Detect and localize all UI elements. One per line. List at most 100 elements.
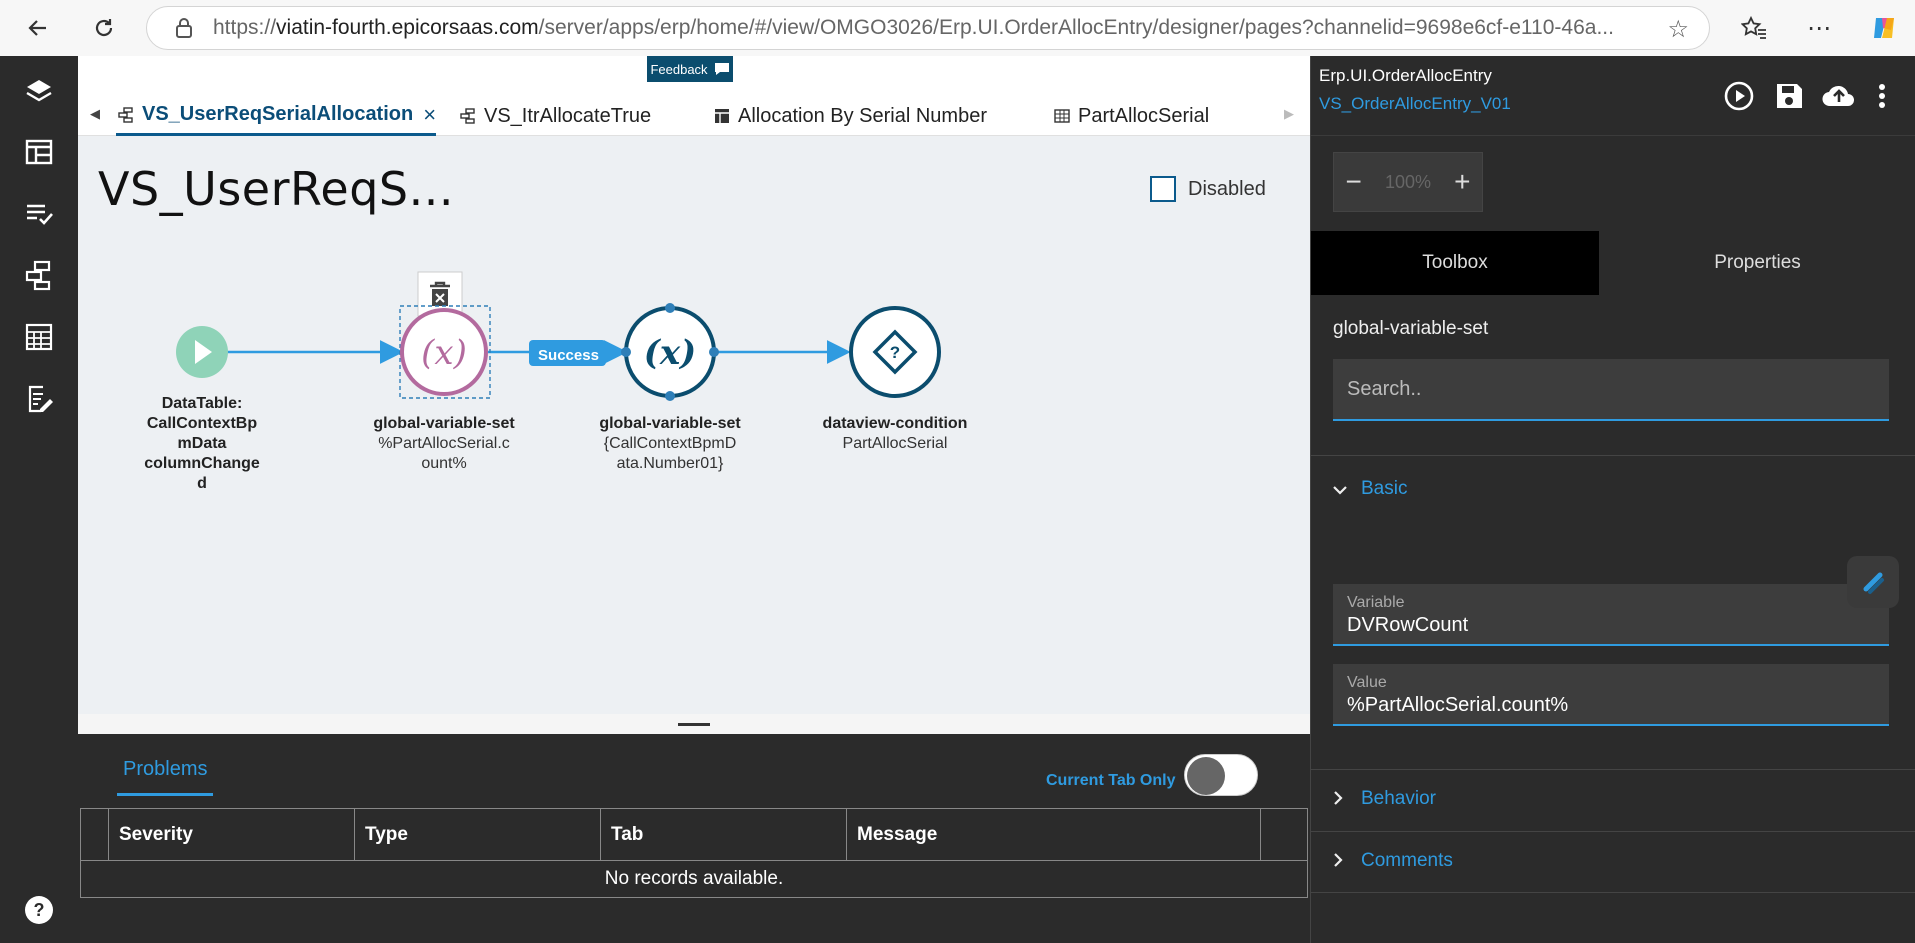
tab-scroll-right-icon[interactable]: ▶ bbox=[1284, 106, 1294, 122]
save-icon[interactable] bbox=[1769, 76, 1809, 116]
comments-section: Comments bbox=[1311, 831, 1915, 893]
panel-tabs: Toolbox Properties bbox=[1311, 231, 1915, 295]
column-tab[interactable]: Tab bbox=[601, 809, 847, 861]
edit-document-icon[interactable] bbox=[21, 381, 57, 417]
more-menu-icon[interactable]: ⋯ bbox=[1801, 10, 1837, 46]
event-icon bbox=[116, 105, 136, 125]
zoom-level: 100% bbox=[1384, 171, 1432, 192]
back-arrow-icon[interactable] bbox=[20, 10, 56, 46]
chat-icon bbox=[714, 63, 729, 75]
column-message[interactable]: Message bbox=[847, 809, 1261, 861]
flow-canvas[interactable]: VS_UserReqS... Disabled (x) (x) ? Succes… bbox=[78, 136, 1310, 714]
global-variable-set-node[interactable]: (x) bbox=[621, 303, 719, 401]
basic-section: Basic Variable DVRowCount Value %PartAll… bbox=[1311, 455, 1915, 769]
tab-label: PartAllocSerial bbox=[1078, 104, 1210, 127]
node-type: global-variable-set bbox=[599, 415, 741, 432]
url-text[interactable]: https://viatin-fourth.epicorsaas.com/ser… bbox=[213, 16, 1633, 40]
address-bar[interactable]: https://viatin-fourth.epicorsaas.com/ser… bbox=[146, 6, 1710, 50]
node-line: d bbox=[197, 475, 207, 492]
tab-label: VS_UserReqSerialAllocation bbox=[142, 103, 414, 125]
data-grid-icon[interactable] bbox=[21, 319, 57, 355]
tab-label: VS_ItrAllocateTrue bbox=[484, 104, 652, 127]
current-tab-only-toggle[interactable] bbox=[1184, 754, 1258, 796]
workflow-icon[interactable] bbox=[21, 257, 57, 293]
node-type: global-variable-set bbox=[373, 415, 515, 432]
tab-close-icon[interactable]: × bbox=[423, 102, 436, 128]
copilot-icon[interactable] bbox=[1866, 10, 1902, 46]
problems-table: Severity Type Tab Message No records ava… bbox=[80, 808, 1308, 898]
variable-field[interactable]: Variable DVRowCount bbox=[1333, 584, 1889, 646]
feedback-button[interactable]: Feedback bbox=[647, 56, 733, 82]
refresh-icon[interactable] bbox=[86, 10, 122, 46]
splitter-grip-icon[interactable] bbox=[678, 723, 710, 726]
start-node-label: DataTable: CallContextBp mData columnCha… bbox=[122, 394, 282, 494]
tab-vs-userreqserialallocation[interactable]: VS_UserReqSerialAllocation × bbox=[116, 96, 437, 136]
variable-value[interactable]: DVRowCount bbox=[1347, 614, 1875, 637]
layers-icon[interactable] bbox=[21, 74, 57, 110]
behavior-section-label: Behavior bbox=[1361, 788, 1436, 809]
node-line: CallContextBp bbox=[146, 415, 258, 432]
tab-partallocserial[interactable]: PartAllocSerial bbox=[1052, 96, 1209, 136]
node-type: dataview-condition bbox=[822, 415, 968, 432]
search-input[interactable]: Search.. bbox=[1333, 359, 1889, 421]
tab-allocation-by-serial-number[interactable]: Allocation By Serial Number bbox=[712, 96, 987, 136]
value-label: Value bbox=[1347, 674, 1387, 691]
comments-section-header[interactable]: Comments bbox=[1333, 850, 1453, 872]
problems-panel: Problems Current Tab Only Severity Type … bbox=[78, 734, 1310, 943]
chevron-down-icon bbox=[1333, 479, 1347, 500]
comments-section-label: Comments bbox=[1361, 850, 1453, 871]
svg-text:(x): (x) bbox=[644, 333, 696, 373]
browser-toolbar: https://viatin-fourth.epicorsaas.com/ser… bbox=[0, 0, 1915, 56]
node-line: ount% bbox=[421, 455, 467, 472]
layout-icon[interactable] bbox=[21, 134, 57, 170]
tab-scroll-left-icon[interactable]: ◀ bbox=[90, 106, 100, 122]
start-node[interactable] bbox=[176, 326, 228, 378]
favorites-icon[interactable] bbox=[1736, 10, 1772, 46]
tab-problems[interactable]: Problems bbox=[117, 758, 214, 796]
app-name: Erp.UI.OrderAllocEntry bbox=[1319, 66, 1492, 85]
current-tab-only-label: Current Tab Only bbox=[1046, 772, 1176, 789]
tab-vs-itrallocatetrue[interactable]: VS_ItrAllocateTrue bbox=[458, 96, 651, 136]
right-panel: Erp.UI.OrderAllocEntry VS_OrderAllocEntr… bbox=[1310, 56, 1915, 943]
node-line: PartAllocSerial bbox=[842, 435, 948, 452]
assistant-floating-icon[interactable] bbox=[1847, 556, 1899, 608]
zoom-out-icon[interactable]: − bbox=[1334, 166, 1373, 198]
basic-section-header[interactable]: Basic bbox=[1333, 478, 1407, 500]
node-line: columnChange bbox=[144, 455, 260, 472]
tab-toolbox[interactable]: Toolbox bbox=[1311, 231, 1599, 295]
component-name: global-variable-set bbox=[1333, 318, 1489, 339]
problems-table-header: Severity Type Tab Message bbox=[81, 809, 1307, 861]
column-type[interactable]: Type bbox=[355, 809, 601, 861]
behavior-section: Behavior bbox=[1311, 769, 1915, 831]
layer-name-link[interactable]: VS_OrderAllocEntry_V01 bbox=[1319, 94, 1511, 114]
node-line: %PartAllocSerial.c bbox=[378, 435, 510, 452]
basic-section-label: Basic bbox=[1361, 478, 1408, 499]
dataview-condition-node[interactable]: ? bbox=[849, 306, 941, 398]
overflow-menu-icon[interactable] bbox=[1867, 76, 1897, 116]
app-frame: ? Feedback ◀ VS_UserReqSerialAllocation … bbox=[0, 56, 1915, 943]
value-field[interactable]: Value %PartAllocSerial.count% bbox=[1333, 664, 1889, 726]
publish-upload-icon[interactable] bbox=[1819, 76, 1859, 116]
zoom-in-icon[interactable]: + bbox=[1443, 166, 1482, 198]
tab-properties[interactable]: Properties bbox=[1599, 231, 1915, 295]
node-line: mData bbox=[177, 435, 227, 452]
zoom-control: − 100% + bbox=[1333, 152, 1483, 212]
dataview-icon bbox=[1052, 106, 1072, 126]
designer-header: Erp.UI.OrderAllocEntry VS_OrderAllocEntr… bbox=[1311, 56, 1915, 136]
behavior-section-header[interactable]: Behavior bbox=[1333, 788, 1436, 810]
chevron-right-icon bbox=[1333, 789, 1347, 810]
global-variable-set-node-selected[interactable]: (x) bbox=[399, 305, 491, 399]
panel-splitter[interactable] bbox=[78, 714, 1310, 734]
help-icon[interactable]: ? bbox=[21, 892, 57, 928]
page-layout-icon bbox=[712, 106, 732, 126]
favorite-star-icon[interactable]: ☆ bbox=[1667, 15, 1689, 44]
checklist-icon[interactable] bbox=[21, 196, 57, 232]
toggle-knob bbox=[1187, 757, 1225, 795]
column-severity[interactable]: Severity bbox=[109, 809, 355, 861]
node-line: {CallContextBpmD bbox=[603, 435, 737, 452]
svg-text:?: ? bbox=[34, 900, 45, 920]
event-icon bbox=[458, 106, 478, 126]
preview-play-icon[interactable] bbox=[1719, 76, 1759, 116]
node-line: ata.Number01} bbox=[616, 455, 724, 472]
value-value[interactable]: %PartAllocSerial.count% bbox=[1347, 694, 1875, 717]
